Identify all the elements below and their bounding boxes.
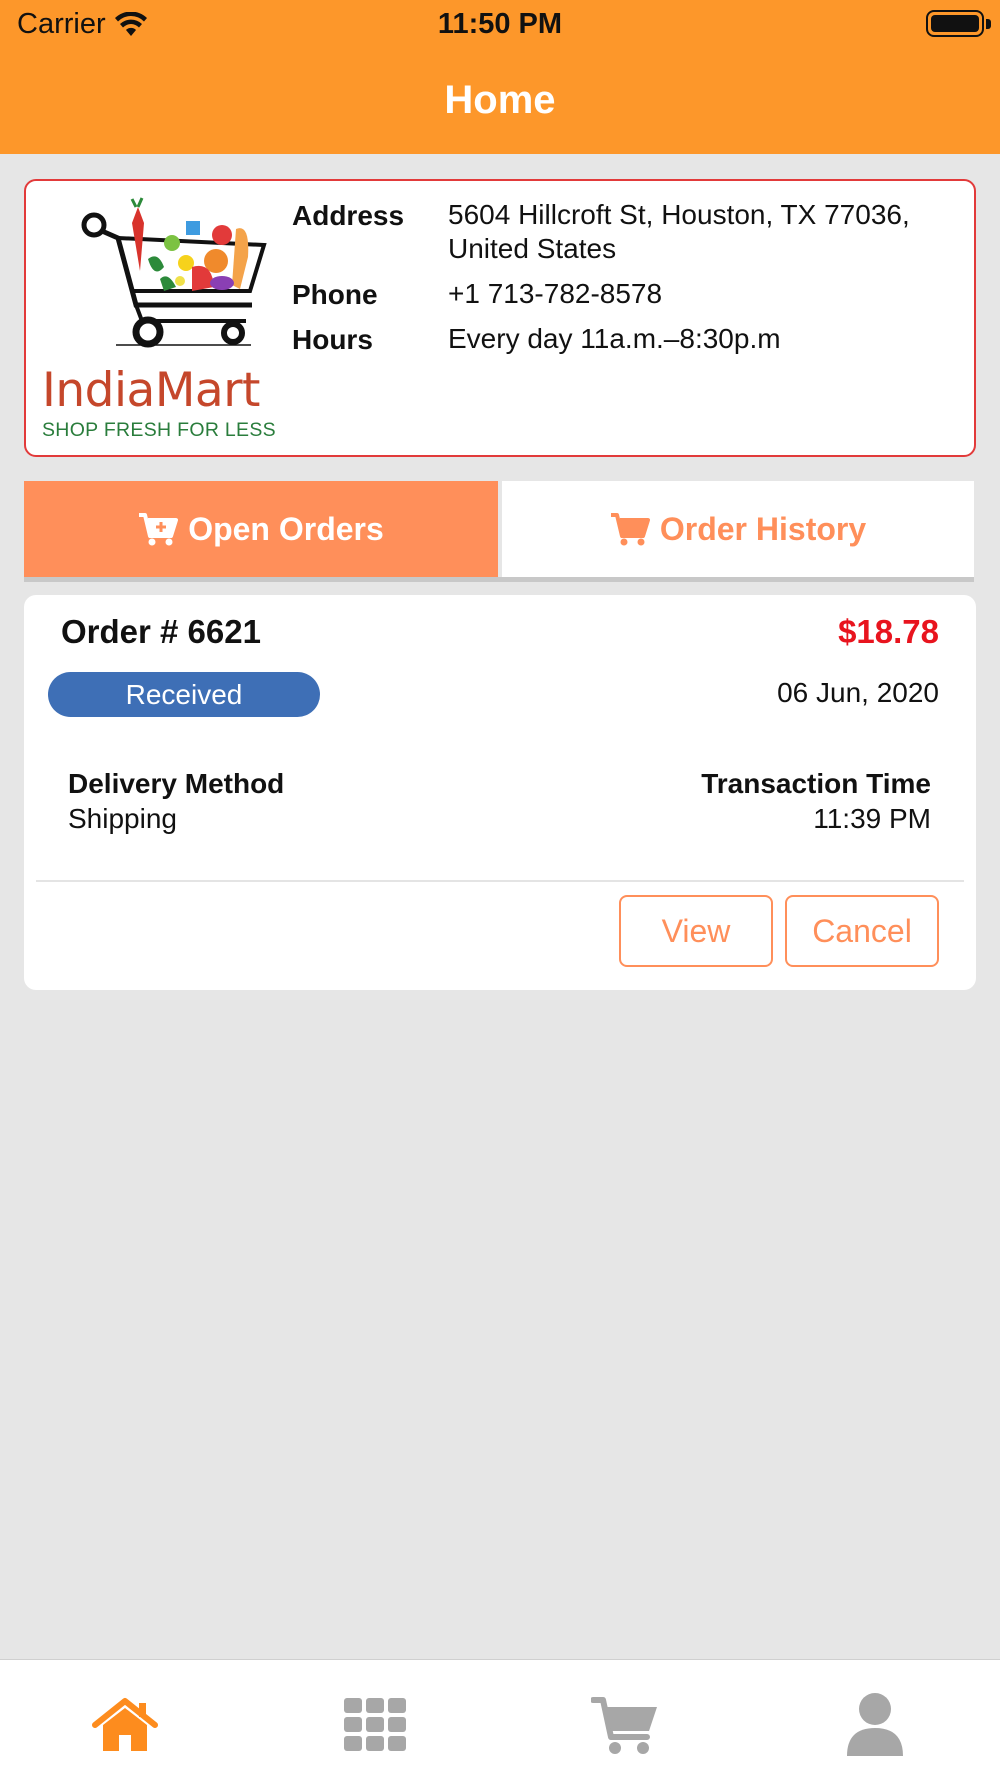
phone-value[interactable]: +1 713-782-8578 bbox=[448, 277, 973, 311]
delivery-method-value: Shipping bbox=[68, 803, 177, 834]
svg-text:.: . bbox=[40, 247, 41, 249]
hours-value: Every day 11a.m.–8:30p.m bbox=[448, 323, 781, 354]
transaction-time-label: Transaction Time bbox=[701, 768, 931, 799]
app-header: Carrier 11:50 PM Home bbox=[0, 0, 1000, 154]
tab-order-history[interactable]: Order History bbox=[502, 481, 974, 577]
divider bbox=[36, 880, 964, 882]
tab-open-orders[interactable]: Open Orders bbox=[24, 481, 498, 577]
profile-icon bbox=[847, 1693, 903, 1756]
nav-profile[interactable] bbox=[840, 1690, 910, 1760]
bottom-nav bbox=[0, 1659, 1000, 1778]
tab-underline bbox=[24, 577, 974, 582]
phone-label: Phone bbox=[292, 279, 378, 310]
nav-categories[interactable] bbox=[340, 1690, 410, 1760]
order-date: 06 Jun, 2020 bbox=[777, 677, 939, 708]
address-value: 5604 Hillcroft St, Houston, TX 77036, Un… bbox=[448, 199, 910, 264]
logo-name: IndiaMart bbox=[42, 363, 260, 418]
logo-tagline: SHOP FRESH FOR LESS bbox=[42, 419, 276, 441]
page-title: Home bbox=[444, 78, 556, 122]
tab-open-orders-label: Open Orders bbox=[188, 510, 384, 547]
battery-tip bbox=[986, 19, 991, 29]
status-time: 11:50 PM bbox=[437, 8, 563, 40]
nav-home[interactable] bbox=[90, 1690, 160, 1760]
status-badge: Received bbox=[48, 672, 320, 717]
order-total: $18.78 bbox=[838, 613, 939, 650]
transaction-time-value: 11:39 PM bbox=[813, 803, 931, 834]
view-button[interactable]: View bbox=[619, 895, 773, 967]
delivery-method-label: Delivery Method bbox=[68, 768, 285, 799]
grid-icon bbox=[344, 1698, 406, 1751]
address-label: Address bbox=[292, 200, 405, 231]
hours-label: Hours bbox=[292, 324, 373, 355]
battery-icon bbox=[926, 10, 984, 37]
cart-plus-icon bbox=[139, 513, 179, 546]
home-icon bbox=[92, 1698, 158, 1751]
tab-order-history-label: Order History bbox=[659, 510, 867, 547]
order-card: Order # 6621 $18.78 Received 06 Jun, 202… bbox=[24, 595, 976, 990]
cart-icon bbox=[610, 513, 650, 546]
store-info-card: . IndiaMart SHOP FRESH FOR LESS Address … bbox=[24, 179, 976, 457]
nav-cart[interactable] bbox=[590, 1690, 660, 1760]
cancel-button[interactable]: Cancel bbox=[785, 895, 939, 967]
order-number: Order # 6621 bbox=[61, 613, 261, 650]
cart-icon bbox=[591, 1697, 657, 1754]
